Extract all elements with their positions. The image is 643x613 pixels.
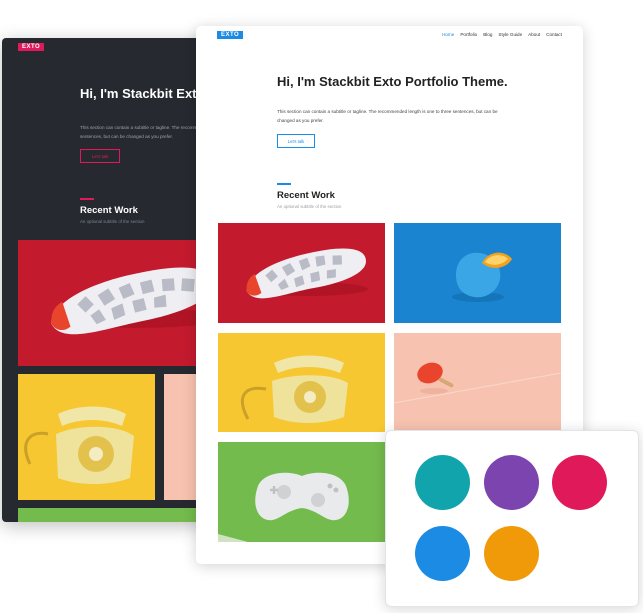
nav-about[interactable]: About (528, 32, 540, 37)
palette-swatch-crimson[interactable] (552, 455, 607, 510)
light-portfolio-controller-image[interactable] (218, 442, 385, 542)
nav-style-guide[interactable]: Style Guide (498, 32, 522, 37)
light-navigation: Home Portfolio Blog Style Guide About Co… (442, 32, 562, 37)
nav-blog[interactable]: Blog (483, 32, 492, 37)
light-portfolio-orange-image[interactable] (394, 223, 561, 323)
nav-portfolio[interactable]: Portfolio (460, 32, 477, 37)
light-section-divider (277, 183, 291, 185)
palette-swatch-teal[interactable] (415, 455, 470, 510)
light-section-title: Recent Work (277, 190, 335, 201)
light-hero-title: Hi, I'm Stackbit Exto Portfolio Theme. (277, 74, 508, 89)
light-section-subtitle: An optional subtitle of the section (277, 204, 342, 209)
palette-swatch-purple[interactable] (484, 455, 539, 510)
light-logo[interactable]: EXTO (217, 31, 244, 39)
light-portfolio-pingpong-image[interactable] (394, 333, 561, 432)
dark-logo[interactable]: EXTO (18, 43, 45, 51)
dark-cta-button[interactable]: Let's talk (80, 149, 120, 163)
dark-section-subtitle: An optional subtitle of the section (80, 219, 145, 224)
color-palette-card (385, 430, 639, 607)
dark-section-divider (80, 198, 94, 200)
light-hero-subtitle: This section can contain a subtitle or t… (277, 109, 498, 123)
dark-portfolio-phone-image[interactable] (18, 374, 155, 500)
dark-section-title: Recent Work (80, 205, 138, 216)
palette-swatch-blue[interactable] (415, 526, 470, 581)
palette-swatch-orange[interactable] (484, 526, 539, 581)
nav-home[interactable]: Home (442, 32, 454, 37)
nav-contact[interactable]: Contact (546, 32, 562, 37)
light-portfolio-phone-image[interactable] (218, 333, 385, 432)
light-portfolio-sneaker-image[interactable] (218, 223, 385, 323)
light-cta-button[interactable]: Let's talk (277, 134, 315, 148)
